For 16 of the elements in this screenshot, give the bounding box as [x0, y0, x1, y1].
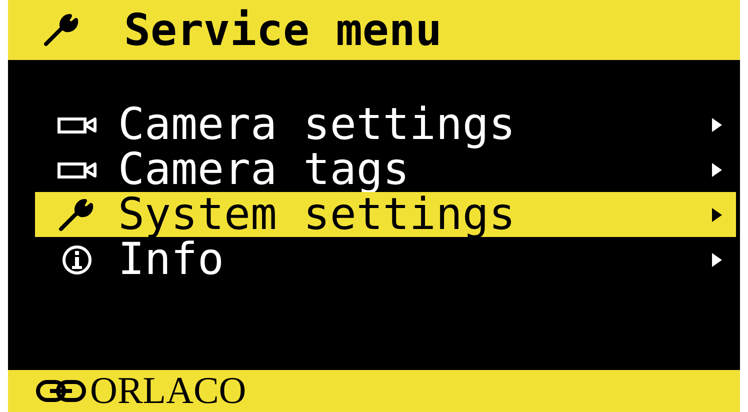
menu-item[interactable]: System settings [35, 192, 736, 237]
logo-icon [36, 378, 86, 404]
menu-title: Service menu [124, 8, 442, 52]
menu-label: Camera tags [118, 147, 410, 192]
menu-item[interactable]: Camera tags [35, 147, 736, 192]
submenu-arrow-icon [712, 252, 722, 266]
submenu-arrow-icon [712, 208, 722, 222]
submenu-arrow-icon [712, 162, 722, 176]
menu-label: Info [118, 237, 224, 282]
menu-label: System settings [118, 192, 516, 237]
submenu-arrow-icon [712, 118, 722, 132]
brand-name: ORLACO [90, 371, 246, 411]
info-icon [60, 244, 92, 276]
menu-item[interactable]: Info [35, 237, 736, 282]
menu-item[interactable]: Camera settings [35, 102, 736, 147]
menu-label: Camera settings [118, 102, 516, 147]
